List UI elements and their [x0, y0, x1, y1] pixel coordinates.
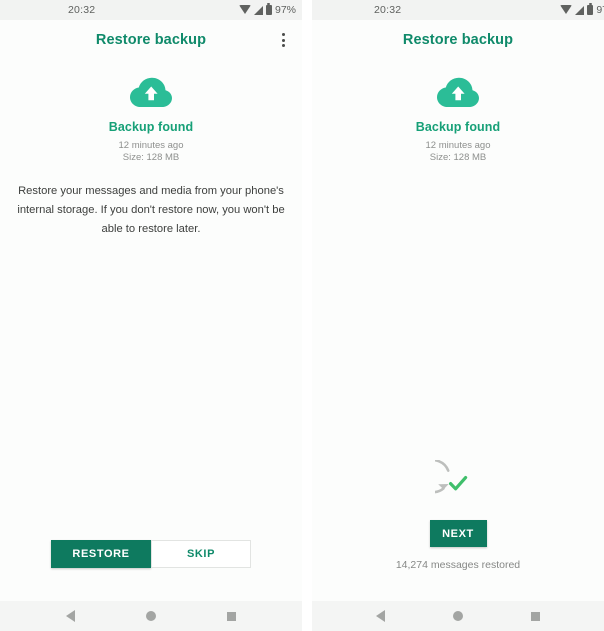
- recents-nav-icon[interactable]: [531, 611, 540, 621]
- status-bar-left: 20:32 97%: [0, 0, 302, 20]
- cellular-signal-icon: [253, 6, 263, 15]
- back-nav-icon[interactable]: [376, 610, 385, 622]
- home-nav-icon[interactable]: [453, 611, 463, 621]
- restored-count-label: 14,274 messages restored: [395, 559, 521, 571]
- backup-found-title: Backup found: [415, 120, 501, 134]
- overflow-dot: [281, 44, 285, 47]
- page-title: Restore backup: [402, 32, 514, 48]
- skip-button[interactable]: SKIP: [151, 540, 251, 568]
- overflow-dot: [281, 38, 285, 42]
- dual-screenshot-stage: 20:32 97% Restore backup Backup found 12…: [0, 0, 604, 631]
- overflow-dot: [281, 33, 285, 36]
- restore-complete-block: NEXT 14,274 messages restored: [312, 458, 604, 571]
- panel-divider: [302, 0, 312, 631]
- restore-prompt-content: Backup found 12 minutes ago Size: 128 MB…: [0, 60, 302, 601]
- cloud-upload-icon: [435, 75, 481, 111]
- restore-button[interactable]: RESTORE: [51, 540, 151, 568]
- status-bar-icons: 97%: [238, 3, 296, 16]
- cloud-upload-icon: [128, 75, 174, 111]
- back-nav-icon[interactable]: [65, 610, 75, 622]
- home-nav-icon[interactable]: [145, 611, 156, 621]
- restore-description-text: Restore your messages and media from you…: [17, 185, 285, 235]
- restore-check-icon: [415, 458, 481, 506]
- backup-size-label: Size: 128 MB: [429, 152, 487, 163]
- page-title: Restore backup: [95, 32, 207, 48]
- battery-percent-label: 97%: [274, 4, 296, 16]
- backup-meta: 12 minutes ago Size: 128 MB: [119, 140, 184, 164]
- phone-screen-restore-complete: 20:32 97 Restore backup Backup found 12 …: [312, 0, 604, 631]
- wifi-icon: [560, 5, 573, 14]
- backup-age-label: 12 minutes ago: [118, 140, 184, 151]
- backup-meta: 12 minutes ago Size: 128 MB: [426, 140, 491, 164]
- battery-icon: [587, 3, 594, 15]
- status-bar-right: 20:32 97: [312, 0, 604, 20]
- restore-complete-content: Backup found 12 minutes ago Size: 128 MB…: [312, 60, 604, 601]
- next-button[interactable]: NEXT: [429, 520, 487, 547]
- app-bar-right: Restore backup: [312, 20, 604, 60]
- status-bar-icons: 97: [560, 3, 604, 16]
- app-bar-left: Restore backup: [0, 20, 302, 60]
- overflow-menu-icon[interactable]: [274, 29, 292, 51]
- android-nav-bar-right: [312, 601, 604, 631]
- backup-size-label: Size: 128 MB: [122, 152, 180, 163]
- action-button-row: RESTORE SKIP: [0, 540, 302, 568]
- wifi-icon: [238, 5, 251, 14]
- recents-nav-icon[interactable]: [227, 611, 237, 621]
- cellular-signal-icon: [575, 6, 585, 15]
- status-bar-clock: 20:32: [68, 4, 96, 16]
- battery-percent-label: 97: [596, 4, 604, 16]
- backup-found-title: Backup found: [108, 120, 194, 134]
- phone-screen-restore-prompt: 20:32 97% Restore backup Backup found 12…: [0, 0, 302, 631]
- battery-icon: [265, 3, 272, 15]
- backup-age-label: 12 minutes ago: [425, 140, 491, 151]
- android-nav-bar-left: [0, 601, 302, 631]
- status-bar-clock: 20:32: [374, 4, 402, 16]
